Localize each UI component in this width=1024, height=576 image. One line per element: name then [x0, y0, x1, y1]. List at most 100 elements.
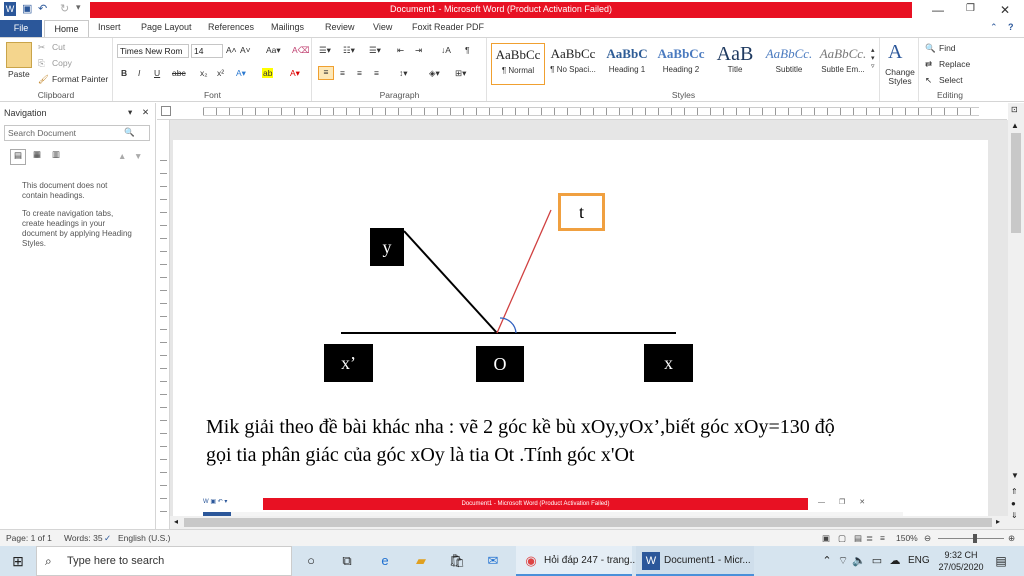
next-page-icon[interactable]: ⇓ — [1011, 511, 1018, 520]
font-color-icon[interactable]: A▾ — [290, 68, 300, 79]
input-language[interactable]: ENG — [908, 555, 930, 566]
web-layout-icon[interactable]: ▤ — [854, 533, 862, 544]
ruler-toggle-icon[interactable]: ⊡ — [1011, 105, 1018, 114]
volume-icon[interactable]: 🔈 — [850, 552, 868, 570]
tab-references[interactable]: References — [208, 22, 254, 32]
taskbar-app-word[interactable]: W Document1 - Micr... — [636, 546, 754, 576]
style-heading-1[interactable]: AaBbC Heading 1 — [600, 43, 654, 85]
tab-mailings[interactable]: Mailings — [271, 22, 304, 32]
page-count[interactable]: Page: 1 of 1 — [6, 533, 52, 543]
file-explorer-icon[interactable]: ▰ — [412, 552, 430, 570]
help-icon[interactable]: ? — [1008, 22, 1014, 32]
vertical-scroll-thumb[interactable] — [1011, 133, 1021, 233]
scroll-left-icon[interactable]: ◂ — [174, 517, 178, 526]
close-icon[interactable]: ✕ — [1000, 3, 1010, 17]
browse-headings-icon[interactable]: ▤ — [10, 149, 26, 165]
tab-view[interactable]: View — [373, 22, 392, 32]
italic-icon[interactable]: I — [138, 68, 140, 78]
borders-icon[interactable]: ⊞▾ — [455, 68, 466, 79]
full-screen-icon[interactable]: ▢ — [838, 533, 846, 544]
clear-formatting-icon[interactable]: A⌫ — [292, 45, 310, 56]
zoom-slider-thumb[interactable] — [973, 534, 977, 543]
cut-icon[interactable]: ✂ — [38, 42, 45, 53]
save-icon[interactable]: ▣ — [22, 2, 32, 15]
horizontal-ruler[interactable] — [157, 103, 1007, 120]
select-button[interactable]: Select — [939, 75, 963, 85]
taskbar-app-chrome[interactable]: ◉ Hỏi đáp 247 - trang... — [516, 546, 638, 576]
show-formatting-icon[interactable]: ¶ — [465, 45, 470, 55]
align-center-icon[interactable]: ≡ — [340, 68, 345, 78]
align-right-icon[interactable]: ≡ — [357, 68, 362, 78]
select-icon[interactable]: ↖ — [925, 75, 932, 86]
next-icon[interactable]: ▼ — [134, 151, 142, 161]
print-layout-icon[interactable]: ▣ — [822, 533, 830, 544]
word-count[interactable]: Words: 35 — [64, 533, 103, 543]
numbering-icon[interactable]: ☷▾ — [343, 45, 355, 56]
bullets-icon[interactable]: ☰▾ — [319, 45, 331, 56]
styles-scroll-icon[interactable]: ▴ ▾ ▿ — [871, 46, 875, 70]
tab-review[interactable]: Review — [325, 22, 355, 32]
vertical-scrollbar[interactable]: ⊡ ▲ ▼ ⇑ ● ⇓ — [1008, 103, 1024, 529]
battery-icon[interactable]: ▭ — [868, 552, 886, 570]
tab-home[interactable]: Home — [44, 20, 89, 37]
line-spacing-icon[interactable]: ↕▾ — [399, 68, 408, 79]
tab-file[interactable]: File — [0, 20, 42, 37]
previous-page-icon[interactable]: ⇑ — [1011, 487, 1018, 496]
style-title[interactable]: AaB Title — [708, 43, 762, 85]
align-left-icon[interactable]: ≡ — [318, 66, 334, 80]
nav-close-icon[interactable]: ✕ — [142, 107, 149, 118]
sort-icon[interactable]: ↓A — [441, 45, 451, 55]
change-styles-icon[interactable]: A — [888, 41, 902, 64]
taskbar-clock[interactable]: 9:32 CH 27/05/2020 — [938, 549, 984, 573]
mail-icon[interactable]: ✉ — [484, 552, 502, 570]
undo-icon[interactable]: ↶ — [38, 2, 47, 15]
find-button[interactable]: Find — [939, 43, 956, 53]
copy-button[interactable]: Copy — [52, 58, 72, 68]
style-subtitle[interactable]: AaBbCc. Subtitle — [762, 43, 816, 85]
subscript-icon[interactable]: x₂ — [200, 68, 208, 78]
horizontal-scroll-thumb[interactable] — [184, 518, 992, 527]
replace-icon[interactable]: ⇄ — [925, 59, 932, 70]
format-painter-icon[interactable]: 🖌 — [38, 74, 49, 85]
cortana-icon[interactable]: ○ — [302, 552, 320, 570]
document-page[interactable]: y t x’ O x Mik giải theo đề bài khác nha… — [173, 140, 988, 516]
scroll-right-icon[interactable]: ▸ — [996, 517, 1000, 526]
font-name-combo[interactable]: Times New Rom — [117, 44, 189, 58]
search-icon[interactable]: 🔍 — [124, 127, 135, 138]
zoom-slider[interactable] — [938, 538, 1004, 539]
font-size-combo[interactable]: 14 — [191, 44, 223, 58]
paste-icon[interactable] — [6, 42, 32, 68]
scroll-up-icon[interactable]: ▲ — [1011, 121, 1019, 130]
zoom-level[interactable]: 150% — [896, 533, 918, 543]
browse-pages-icon[interactable]: ▦ — [29, 149, 45, 165]
underline-icon[interactable]: U — [154, 68, 160, 78]
bold-icon[interactable]: B — [121, 68, 127, 78]
tab-selector-icon[interactable] — [161, 106, 171, 116]
cloud-icon[interactable]: ☁ — [886, 552, 904, 570]
style-normal[interactable]: AaBbCc ¶ Normal — [491, 43, 545, 85]
nav-options-icon[interactable]: ▾ — [128, 107, 132, 118]
minimize-icon[interactable]: — — [932, 3, 944, 17]
action-center-icon[interactable]: ▤ — [992, 552, 1010, 570]
grow-font-icon[interactable]: A˄ — [226, 45, 237, 55]
text-effects-icon[interactable]: A▾ — [236, 68, 246, 79]
format-painter-button[interactable]: Format Painter — [52, 74, 108, 84]
scroll-down-icon[interactable]: ▼ — [1011, 471, 1019, 480]
find-icon[interactable]: 🔍 — [925, 43, 936, 54]
change-case-icon[interactable]: Aa▾ — [266, 45, 281, 56]
style-no-spacing[interactable]: AaBbCc ¶ No Spaci... — [546, 43, 600, 85]
tab-page-layout[interactable]: Page Layout — [141, 22, 192, 32]
outline-icon[interactable]: ≣ — [866, 533, 873, 544]
change-styles-button[interactable]: Change Styles — [883, 68, 917, 86]
redo-icon[interactable]: ↻ — [60, 2, 69, 15]
shrink-font-icon[interactable]: A˅ — [240, 45, 251, 55]
previous-icon[interactable]: ▲ — [118, 151, 126, 161]
task-view-icon[interactable]: ⧉ — [338, 552, 356, 570]
paste-button[interactable]: Paste — [8, 69, 30, 79]
minimize-ribbon-icon[interactable]: ⌃ — [990, 22, 998, 33]
horizontal-scrollbar[interactable]: ◂ ▸ — [170, 516, 1008, 529]
browse-object-icon[interactable]: ● — [1011, 499, 1016, 508]
decrease-indent-icon[interactable]: ⇤ — [397, 45, 404, 56]
restore-icon[interactable]: ❐ — [966, 3, 975, 14]
taskbar-search[interactable]: ⌕ Type here to search — [36, 546, 292, 576]
